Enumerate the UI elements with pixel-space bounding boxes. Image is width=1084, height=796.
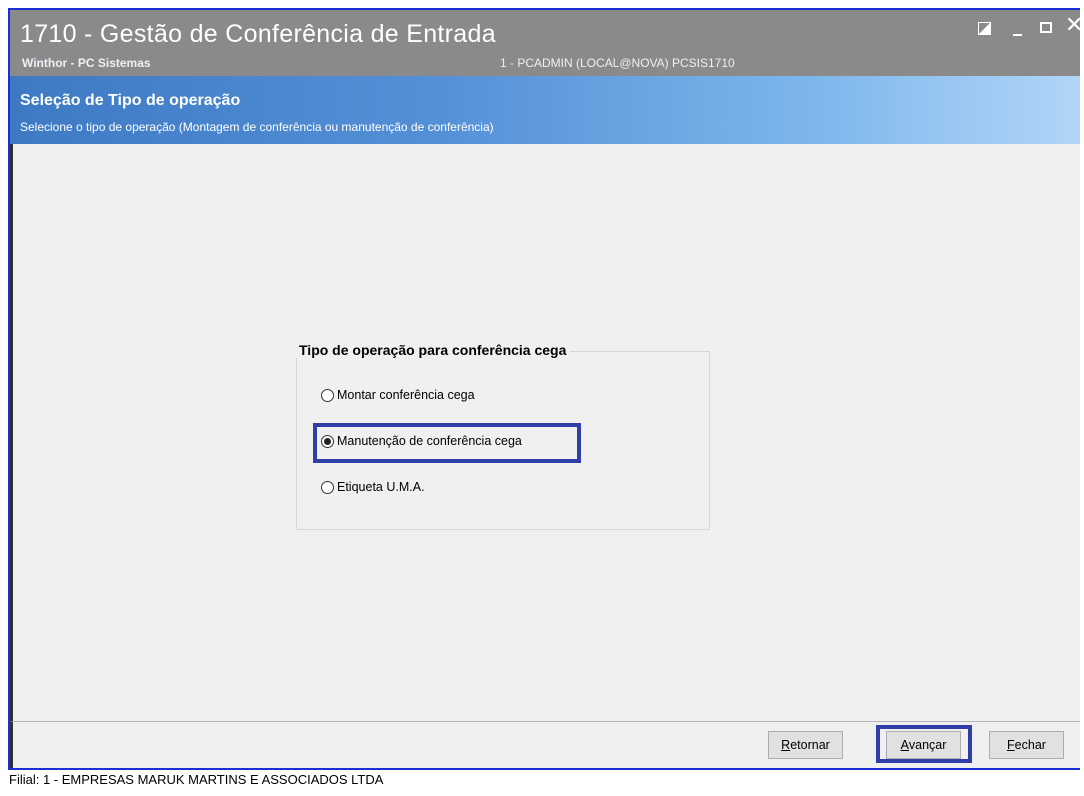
radio-etiqueta-uma[interactable]: Etiqueta U.M.A.	[321, 478, 425, 496]
fechar-button[interactable]: Fechar	[989, 731, 1064, 759]
group-title: Tipo de operação para conferência cega	[295, 342, 571, 358]
title-bar[interactable]: 1710 - Gestão de Conferência de Entrada …	[10, 10, 1080, 76]
status-bar-filial: Filial: 1 - EMPRESAS MARUK MARTINS E ASS…	[9, 772, 384, 787]
radio-manutencao-conferencia[interactable]: Manutenção de conferência cega	[321, 432, 522, 450]
radio-label: Manutenção de conferência cega	[337, 434, 522, 448]
session-info: 1 - PCADMIN (LOCAL@NOVA) PCSIS1710	[500, 56, 735, 70]
close-icon[interactable]: ✕	[1065, 15, 1080, 37]
operation-type-group: Tipo de operação para conferência cega M…	[295, 342, 710, 530]
radio-label: Etiqueta U.M.A.	[337, 480, 425, 494]
window-subtitle: Winthor - PC Sistemas	[22, 56, 151, 70]
radio-button-icon[interactable]	[321, 388, 334, 402]
avancar-mnemonic: A	[900, 738, 909, 752]
avancar-button[interactable]: Avançar	[886, 731, 961, 759]
step-description: Selecione o tipo de operação (Montagem d…	[20, 120, 494, 134]
step-header: Seleção de Tipo de operação Selecione o …	[10, 76, 1080, 144]
radio-montar-conferencia[interactable]: Montar conferência cega	[321, 386, 475, 404]
content-area: Tipo de operação para conferência cega M…	[10, 144, 1080, 722]
minimize-icon[interactable]	[1013, 34, 1022, 36]
retornar-button[interactable]: Retornar	[768, 731, 843, 759]
window-title: 1710 - Gestão de Conferência de Entrada	[20, 20, 496, 48]
restore-icon[interactable]	[978, 22, 991, 35]
retornar-label: etornar	[790, 738, 830, 752]
radio-button-icon[interactable]	[321, 480, 334, 494]
fechar-mnemonic: F	[1007, 738, 1015, 752]
main-window: 1710 - Gestão de Conferência de Entrada …	[8, 8, 1080, 770]
avancar-label: vançar	[908, 738, 947, 752]
button-bar: Retornar Avançar Fechar	[10, 722, 1080, 768]
radio-label: Montar conferência cega	[337, 388, 475, 402]
step-title: Seleção de Tipo de operação	[20, 92, 241, 109]
radio-button-checked-icon[interactable]	[321, 434, 334, 448]
fechar-label: echar	[1014, 738, 1046, 752]
maximize-icon[interactable]	[1040, 22, 1052, 33]
retornar-mnemonic: R	[781, 738, 791, 752]
